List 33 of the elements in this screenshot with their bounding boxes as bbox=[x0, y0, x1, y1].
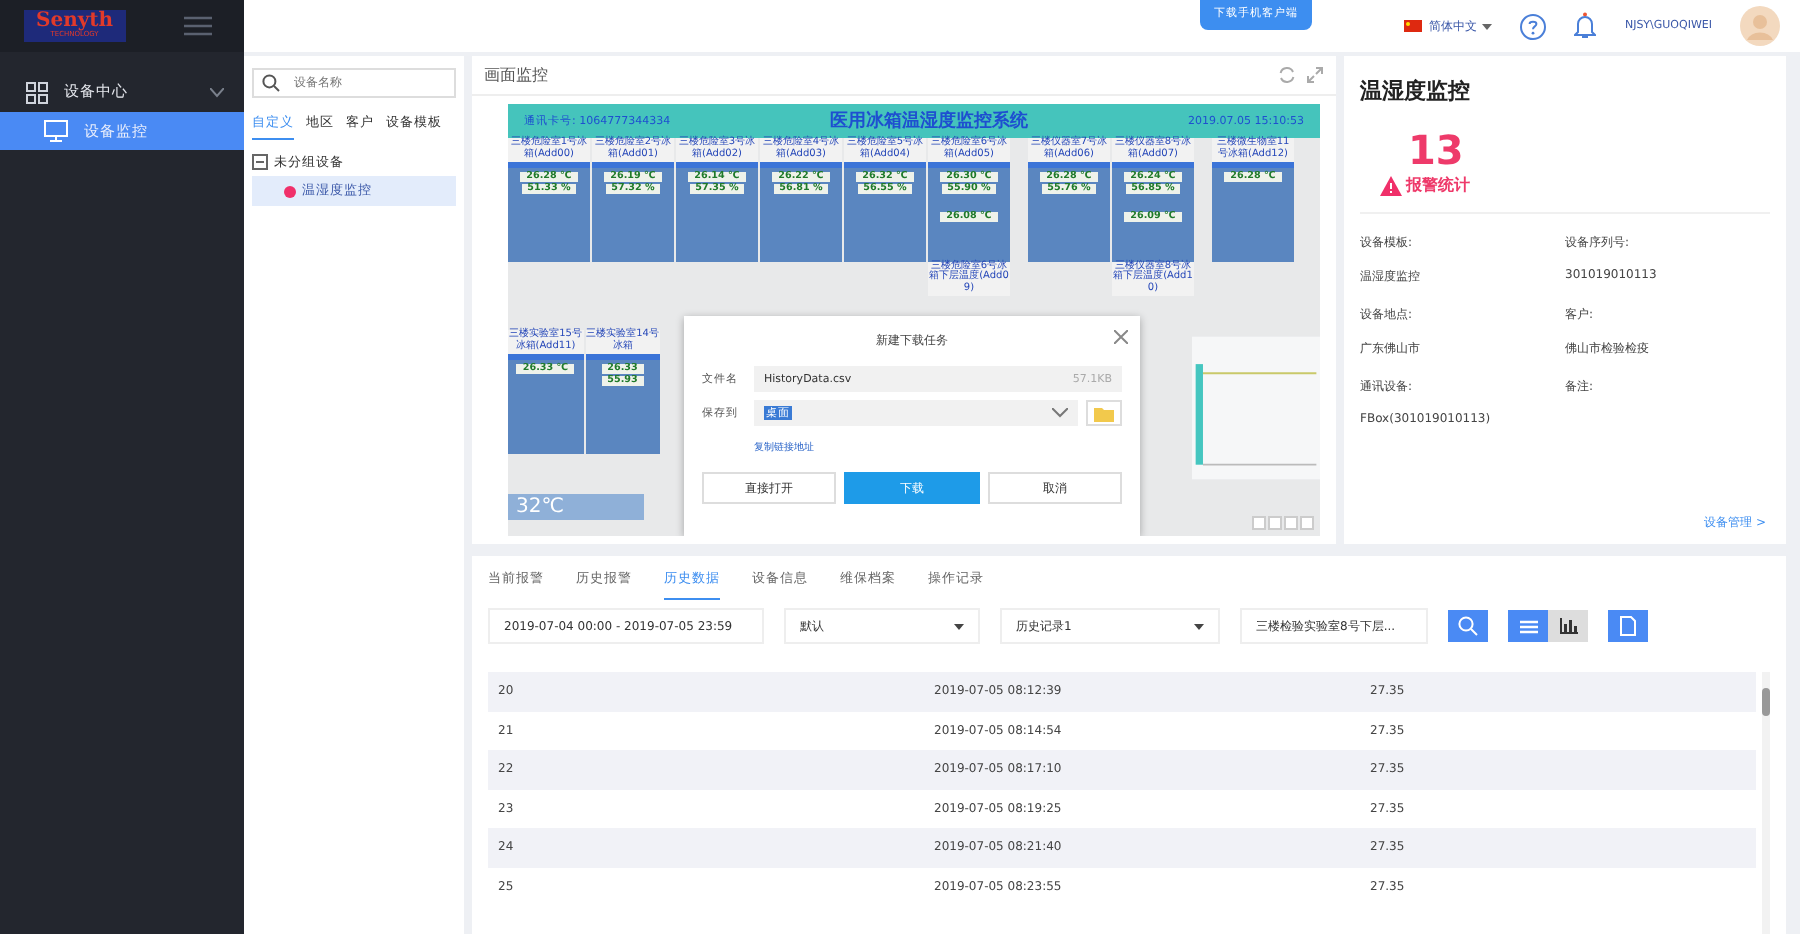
list-icon bbox=[1519, 619, 1537, 633]
chevron-icon bbox=[1052, 408, 1068, 418]
search-icon bbox=[262, 74, 280, 92]
search-icon bbox=[1458, 616, 1478, 636]
search-button[interactable] bbox=[1448, 610, 1488, 642]
monitor-icon bbox=[44, 120, 68, 142]
chart-view-button[interactable] bbox=[1548, 610, 1588, 642]
refresh-icon[interactable] bbox=[1278, 66, 1296, 84]
caret-icon bbox=[1194, 623, 1204, 629]
warning-icon bbox=[1380, 175, 1402, 195]
collapse-icon[interactable] bbox=[252, 154, 268, 170]
fullscreen-icon[interactable] bbox=[1306, 66, 1324, 84]
alarm-count: 13 bbox=[1408, 126, 1464, 174]
caret-icon bbox=[954, 623, 964, 629]
close-icon[interactable] bbox=[1114, 330, 1128, 344]
alarm-label: 报警统计 bbox=[1406, 174, 1470, 196]
system-title: 医用冰箱温湿度监控系统 bbox=[830, 108, 1029, 134]
weather-widget: 32℃ bbox=[508, 494, 644, 520]
menu-icon[interactable] bbox=[184, 16, 212, 36]
grid-icon bbox=[26, 81, 48, 103]
device-title: 温湿度监控 bbox=[1360, 76, 1472, 106]
bell-icon[interactable] bbox=[1574, 12, 1597, 40]
folder-icon bbox=[1094, 405, 1114, 421]
export-button[interactable] bbox=[1608, 610, 1648, 642]
help-icon[interactable] bbox=[1520, 13, 1547, 39]
caret-icon bbox=[1482, 23, 1493, 29]
browse-button[interactable] bbox=[1086, 400, 1122, 426]
chevron-icon bbox=[210, 87, 224, 97]
flag-icon bbox=[1404, 20, 1423, 32]
panel-title: 画面监控 bbox=[484, 64, 548, 86]
avatar-icon[interactable] bbox=[1740, 6, 1780, 46]
document-icon bbox=[1620, 616, 1636, 636]
bar-chart-icon bbox=[1559, 618, 1577, 634]
